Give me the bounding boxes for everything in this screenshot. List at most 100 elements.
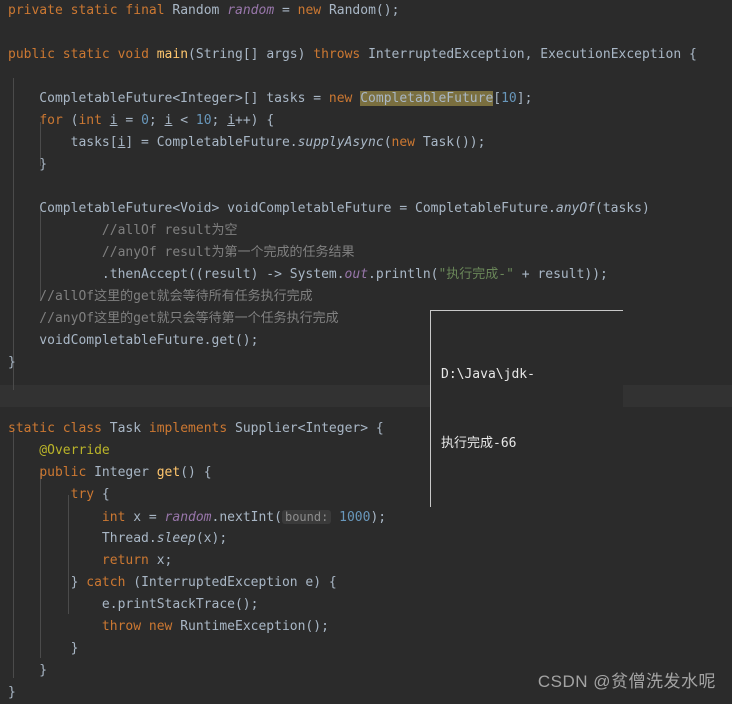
code-token-kw: final [125, 3, 165, 18]
code-token-txt: (tasks) [595, 201, 650, 216]
code-token-cmt: //anyOf result为第一个完成的任务结果 [8, 245, 355, 260]
code-token-mtd: anyOf [555, 201, 596, 216]
code-line[interactable]: private static final Random random = new… [0, 0, 732, 22]
code-token-cmt: //allOf这里的get就会等待所有任务执行完成 [8, 289, 313, 304]
code-token-kw: int [101, 510, 126, 525]
code-line[interactable]: for (int i = 0; i < 10; i++) { [0, 110, 732, 132]
code-token-txt: } [8, 157, 48, 172]
code-token-txt: (x); [195, 531, 228, 546]
code-token-loc: i [109, 113, 118, 128]
code-line[interactable]: throw new RuntimeException(); [0, 616, 732, 638]
code-line[interactable] [0, 176, 732, 198]
code-token-kw: try [70, 487, 95, 502]
code-line[interactable]: CompletableFuture<Integer>[] tasks = new… [0, 88, 732, 110]
code-token-txt: x = [125, 510, 165, 525]
code-token-txt: .thenAccept((result) -> System. [8, 267, 345, 282]
code-token-kw: new [391, 135, 415, 150]
code-line[interactable]: .thenAccept((result) -> System.out.print… [0, 264, 732, 286]
console-output-popup: D:\Java\jdk- 执行完成-66 [430, 310, 623, 507]
code-token-txt: ]; [516, 91, 533, 106]
code-token-kw: return [101, 553, 149, 568]
code-token-kw: new [328, 91, 353, 106]
code-line[interactable]: return x; [0, 550, 732, 572]
code-token-fld: out [344, 267, 369, 282]
code-token-txt: = [117, 113, 142, 128]
code-line[interactable]: //allOf这里的get就会等待所有任务执行完成 [0, 286, 732, 308]
code-token-txt: Random(); [321, 3, 400, 18]
code-line[interactable]: e.printStackTrace(); [0, 594, 732, 616]
code-token-cmt: //anyOf这里的get就只会等待第一个任务执行完成 [8, 311, 339, 326]
code-token-txt: } [8, 355, 16, 370]
code-token-kw: for [39, 113, 63, 128]
code-token-txt: ] = CompletableFuture. [125, 135, 298, 150]
code-token-txt: ); [370, 510, 387, 525]
code-token-txt: + result)); [513, 267, 608, 282]
code-token-txt: Integer [86, 465, 157, 480]
code-token-txt: CompletableFuture<Void> voidCompletableF… [8, 201, 556, 216]
code-token-txt: (String[] args) [188, 47, 314, 62]
code-token-kw: public [8, 47, 55, 62]
code-line[interactable]: int x = random.nextInt(bound: 1000); [0, 506, 732, 528]
code-token-txt: { [94, 487, 110, 502]
code-token-txt: } [8, 663, 48, 678]
code-line[interactable]: } [0, 154, 732, 176]
code-token-txt: CompletableFuture<Integer>[] tasks = [8, 91, 329, 106]
code-token-num: 1000 [339, 510, 371, 525]
code-token-txt: } [8, 685, 16, 700]
code-line[interactable]: public static void main(String[] args) t… [0, 44, 732, 66]
code-token-kw: new [297, 3, 322, 18]
code-token-num: 10 [501, 91, 517, 106]
csdn-watermark: CSDN @贫僧洗发水呢 [537, 672, 716, 691]
code-token-txt: Supplier<Integer> { [227, 421, 384, 436]
code-token-kw: static [62, 47, 110, 62]
code-line[interactable]: CompletableFuture<Void> voidCompletableF… [0, 198, 732, 220]
code-token-mtdb: get [156, 465, 181, 480]
console-output-line: D:\Java\jdk- [441, 367, 535, 382]
code-token-txt: RuntimeException(); [172, 619, 329, 634]
code-token-txt: ; [148, 113, 165, 128]
code-token-inlay: bound: [281, 510, 332, 524]
code-token-txt: ( [383, 135, 392, 150]
code-token-num: 10 [195, 113, 212, 128]
code-line[interactable]: } catch (InterruptedException e) { [0, 572, 732, 594]
code-token-kw: private [8, 3, 63, 18]
code-token-kw: static [8, 421, 55, 436]
code-token-txt: Task()); [415, 135, 486, 150]
code-line[interactable]: //allOf result为空 [0, 220, 732, 242]
code-token-txt: ; [211, 113, 228, 128]
code-token-fld: random [164, 510, 212, 525]
code-token-str: "执行完成-" [438, 267, 514, 282]
code-line[interactable] [0, 22, 732, 44]
code-token-kw: throws [313, 47, 361, 62]
code-token-kw: new [148, 619, 173, 634]
code-token-txt: tasks[ [8, 135, 118, 150]
code-line[interactable]: tasks[i] = CompletableFuture.supplyAsync… [0, 132, 732, 154]
code-token-kw: static [70, 3, 118, 18]
code-token-kw: implements [148, 421, 228, 436]
code-token-num: 0 [141, 113, 149, 128]
code-line[interactable]: Thread.sleep(x); [0, 528, 732, 550]
code-line[interactable] [0, 66, 732, 88]
code-token-txt: ( [62, 113, 79, 128]
code-line[interactable]: //anyOf result为第一个完成的任务结果 [0, 242, 732, 264]
code-token-txt: < [172, 113, 196, 128]
code-token-cmt: //allOf result为空 [8, 223, 238, 238]
code-token-mtdb: main [156, 47, 189, 62]
code-token-txt: Thread. [8, 531, 157, 546]
code-editor[interactable]: private static final Random random = new… [0, 0, 732, 701]
code-token-txt: (InterruptedException e) { [125, 575, 337, 590]
code-token-txt: = [274, 3, 298, 18]
code-token-txt: Random [164, 3, 228, 18]
code-token-loc: i [227, 113, 236, 128]
code-token-txt: x; [148, 553, 173, 568]
code-token-txt: Task [101, 421, 149, 436]
code-line[interactable]: } [0, 638, 732, 660]
code-token-kw: throw [101, 619, 142, 634]
code-token-kw: class [62, 421, 102, 436]
